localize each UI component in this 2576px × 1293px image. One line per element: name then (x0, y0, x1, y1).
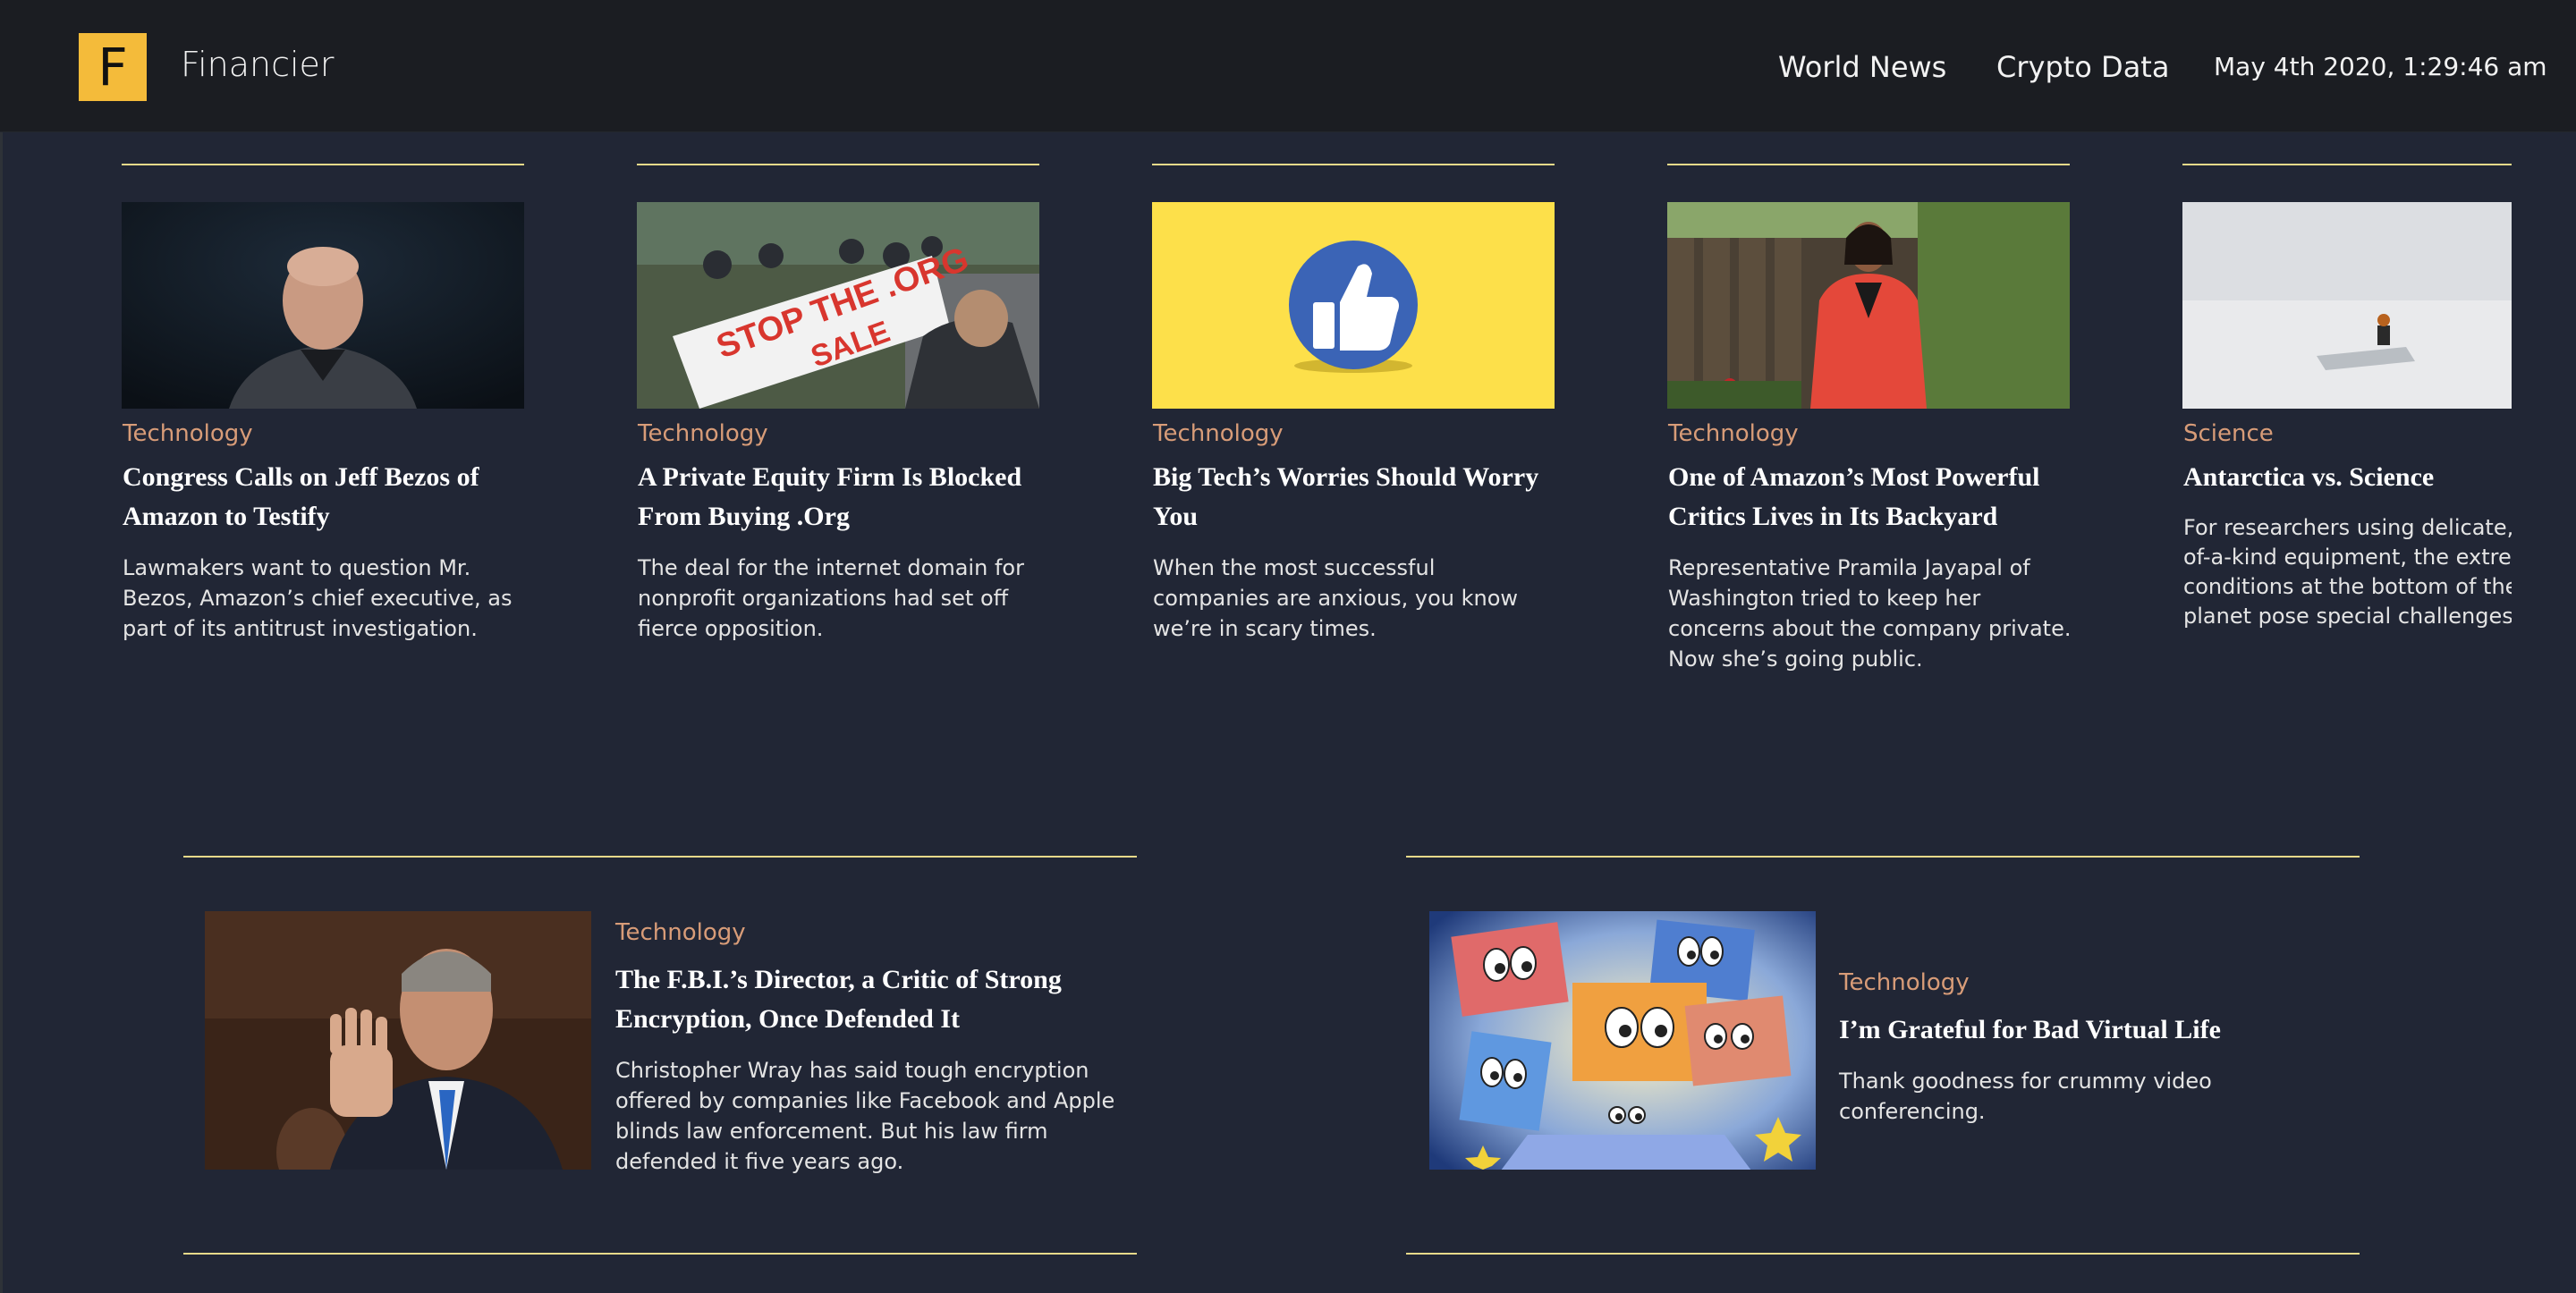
article-title[interactable]: I’m Grateful for Bad Virtual Life (1839, 1010, 2221, 1050)
divider (2182, 164, 2512, 165)
article-card-org[interactable]: STOP THE .ORG SALE (637, 202, 1039, 409)
article-summary: Thank goodness for crummy video conferenc… (1839, 1069, 2212, 1124)
article-card-antarctica[interactable] (2182, 202, 2512, 409)
article-image[interactable] (2182, 202, 2512, 409)
article-image[interactable] (1152, 202, 1555, 409)
article-image[interactable] (1667, 202, 2070, 409)
divider (1667, 164, 2070, 165)
divider (122, 164, 524, 165)
article-card-bezos[interactable] (122, 202, 524, 409)
article-summary: For researchers using delicate, one-of-a… (2183, 515, 2512, 629)
article-title[interactable]: A Private Equity Firm Is Blocked From Buy… (638, 458, 1021, 537)
article-category[interactable]: Technology (638, 420, 768, 447)
article-title[interactable]: Congress Calls on Jeff Bezos of Amazon to… (123, 458, 479, 537)
article-card-big-tech[interactable] (1152, 202, 1555, 409)
article-summary: Christopher Wray has said tough encrypti… (615, 1058, 1115, 1174)
current-datetime: May 4th 2020, 1:29:46 am (2214, 52, 2547, 81)
divider (183, 856, 1137, 858)
logo-icon[interactable]: F (79, 33, 147, 101)
article-image[interactable]: STOP THE .ORG SALE (637, 202, 1039, 409)
window-edge (0, 0, 3, 1293)
content-area: Technology Congress Calls on Jeff Bezos … (0, 0, 2512, 1293)
divider (183, 1253, 1137, 1255)
top-navbar: F Financier World News Crypto Data May 4… (0, 0, 2576, 132)
nav-world-news[interactable]: World News (1778, 50, 1946, 84)
article-summary: The deal for the internet domain for nonp… (638, 555, 1024, 641)
divider (1152, 164, 1555, 165)
article-title[interactable]: Antarctica vs. Science (2183, 458, 2434, 497)
article-summary: When the most successful companies are an… (1153, 555, 1519, 641)
divider (637, 164, 1039, 165)
article-category[interactable]: Technology (1153, 420, 1284, 447)
article-category[interactable]: Technology (123, 420, 253, 447)
article-image[interactable] (122, 202, 524, 409)
brand-name[interactable]: Financier (181, 45, 335, 84)
article-summary: Lawmakers want to question Mr. Bezos, Ama… (123, 555, 513, 641)
article-summary: Representative Pramila Jayapal of Washing… (1668, 555, 2072, 672)
article-title[interactable]: The F.B.I.’s Director, a Critic of Stron… (615, 960, 1062, 1039)
divider (1406, 1253, 2360, 1255)
article-category[interactable]: Technology (1839, 969, 1970, 996)
article-title[interactable]: Big Tech’s Worries Should Worry You (1153, 458, 1538, 537)
article-category[interactable]: Technology (1668, 420, 1799, 447)
article-title[interactable]: One of Amazon’s Most Powerful Critics Liv… (1668, 458, 2040, 537)
nav-crypto-data[interactable]: Crypto Data (1996, 50, 2169, 84)
article-image[interactable] (205, 911, 591, 1170)
article-card-jayapal[interactable] (1667, 202, 2070, 409)
raised-hand (330, 1008, 393, 1117)
article-category[interactable]: Science (2183, 420, 2274, 447)
article-category[interactable]: Technology (615, 919, 746, 946)
divider (1406, 856, 2360, 858)
article-image[interactable] (1429, 911, 1816, 1170)
